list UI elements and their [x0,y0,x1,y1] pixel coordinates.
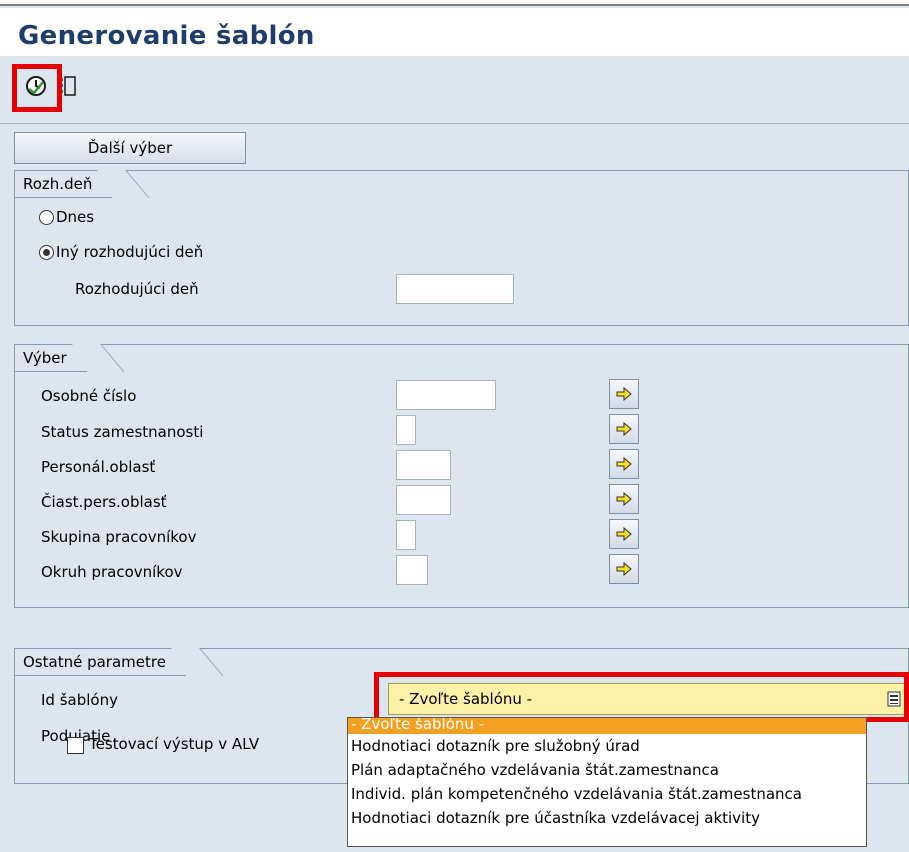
multiple-selection-arrow-icon [616,561,632,577]
execute-highlight [12,64,62,112]
decision-day-group-title: Rozh.deň [14,170,113,198]
selection-group-title: Výber [14,344,87,372]
personnel-area-input[interactable] [396,450,451,480]
alv-test-output-label: Testovací výstup v ALV [89,735,260,753]
radio-other-day-label: Iný rozhodujúci deň [56,243,204,261]
window-top-border [0,0,909,6]
other-parameters-group-title: Ostatné parametre [14,648,186,676]
page-title: Generovanie šablón [18,21,315,51]
multiple-selection-arrow-icon [616,491,632,507]
employment-status-multiselect-button[interactable] [609,414,639,444]
decision-day-title-text: Rozh.deň [23,175,93,193]
selection-group: Výber Osobné číslo Status zamestnanosti … [14,344,909,608]
template-option-placeholder[interactable]: - Zvoľte šablónu - [348,718,866,734]
other-parameters-title-text: Ostatné parametre [23,653,166,671]
personnel-number-multiselect-button[interactable] [609,379,639,409]
selection-title-text: Výber [23,349,67,367]
application-toolbar [0,56,909,124]
template-id-highlight [374,672,909,722]
employment-status-label: Status zamestnanosti [41,423,204,441]
employee-group-input[interactable] [396,520,416,550]
template-option-participant-questionnaire[interactable]: Hodnotiaci dotazník pre účastníka vzdelá… [348,806,866,830]
employee-subgroup-input[interactable] [396,555,428,585]
multiple-selection-arrow-icon [616,526,632,542]
alv-test-output-checkbox[interactable] [67,737,84,754]
personnel-area-multiselect-button[interactable] [609,449,639,479]
template-id-label: Id šablóny [41,691,118,709]
radio-today-label: Dnes [56,208,95,226]
decision-day-label: Rozhodujúci deň [75,280,199,298]
employee-subgroup-label: Okruh pracovníkov [41,563,183,581]
more-selection-label: Ďalší výber [87,139,173,157]
title-bar: Generovanie šablón [0,8,909,56]
template-option-competence-plan[interactable]: Individ. plán kompetenčného vzdelávania … [348,782,866,806]
personnel-number-label: Osobné číslo [41,387,137,405]
personnel-number-input[interactable] [396,380,496,410]
multiple-selection-arrow-icon [616,421,632,437]
template-option-service-office-questionnaire[interactable]: Hodnotiaci dotazník pre služobný úrad [348,734,866,758]
personnel-subarea-label: Čiast.pers.oblasť [41,493,167,511]
radio-today[interactable] [39,210,54,225]
template-option-adaptation-plan[interactable]: Plán adaptačného vzdelávania štát.zamest… [348,758,866,782]
employment-status-input[interactable] [396,415,416,445]
employee-group-multiselect-button[interactable] [609,519,639,549]
decision-day-input[interactable] [396,274,514,304]
personnel-subarea-multiselect-button[interactable] [609,484,639,514]
more-selection-button[interactable]: Ďalší výber [14,132,246,164]
multiple-selection-arrow-icon [616,386,632,402]
employee-subgroup-multiselect-button[interactable] [609,554,639,584]
decision-day-group: Rozh.deň Dnes Iný rozhodujúci deň Rozhod… [14,170,909,326]
personnel-area-label: Personál.oblasť [41,458,156,476]
personnel-subarea-input[interactable] [396,485,451,515]
multiple-selection-arrow-icon [616,456,632,472]
employee-group-label: Skupina pracovníkov [41,528,197,546]
template-options-listbox: - Zvoľte šablónu - Hodnotiaci dotazník p… [347,717,867,847]
radio-other-day[interactable] [39,245,54,260]
